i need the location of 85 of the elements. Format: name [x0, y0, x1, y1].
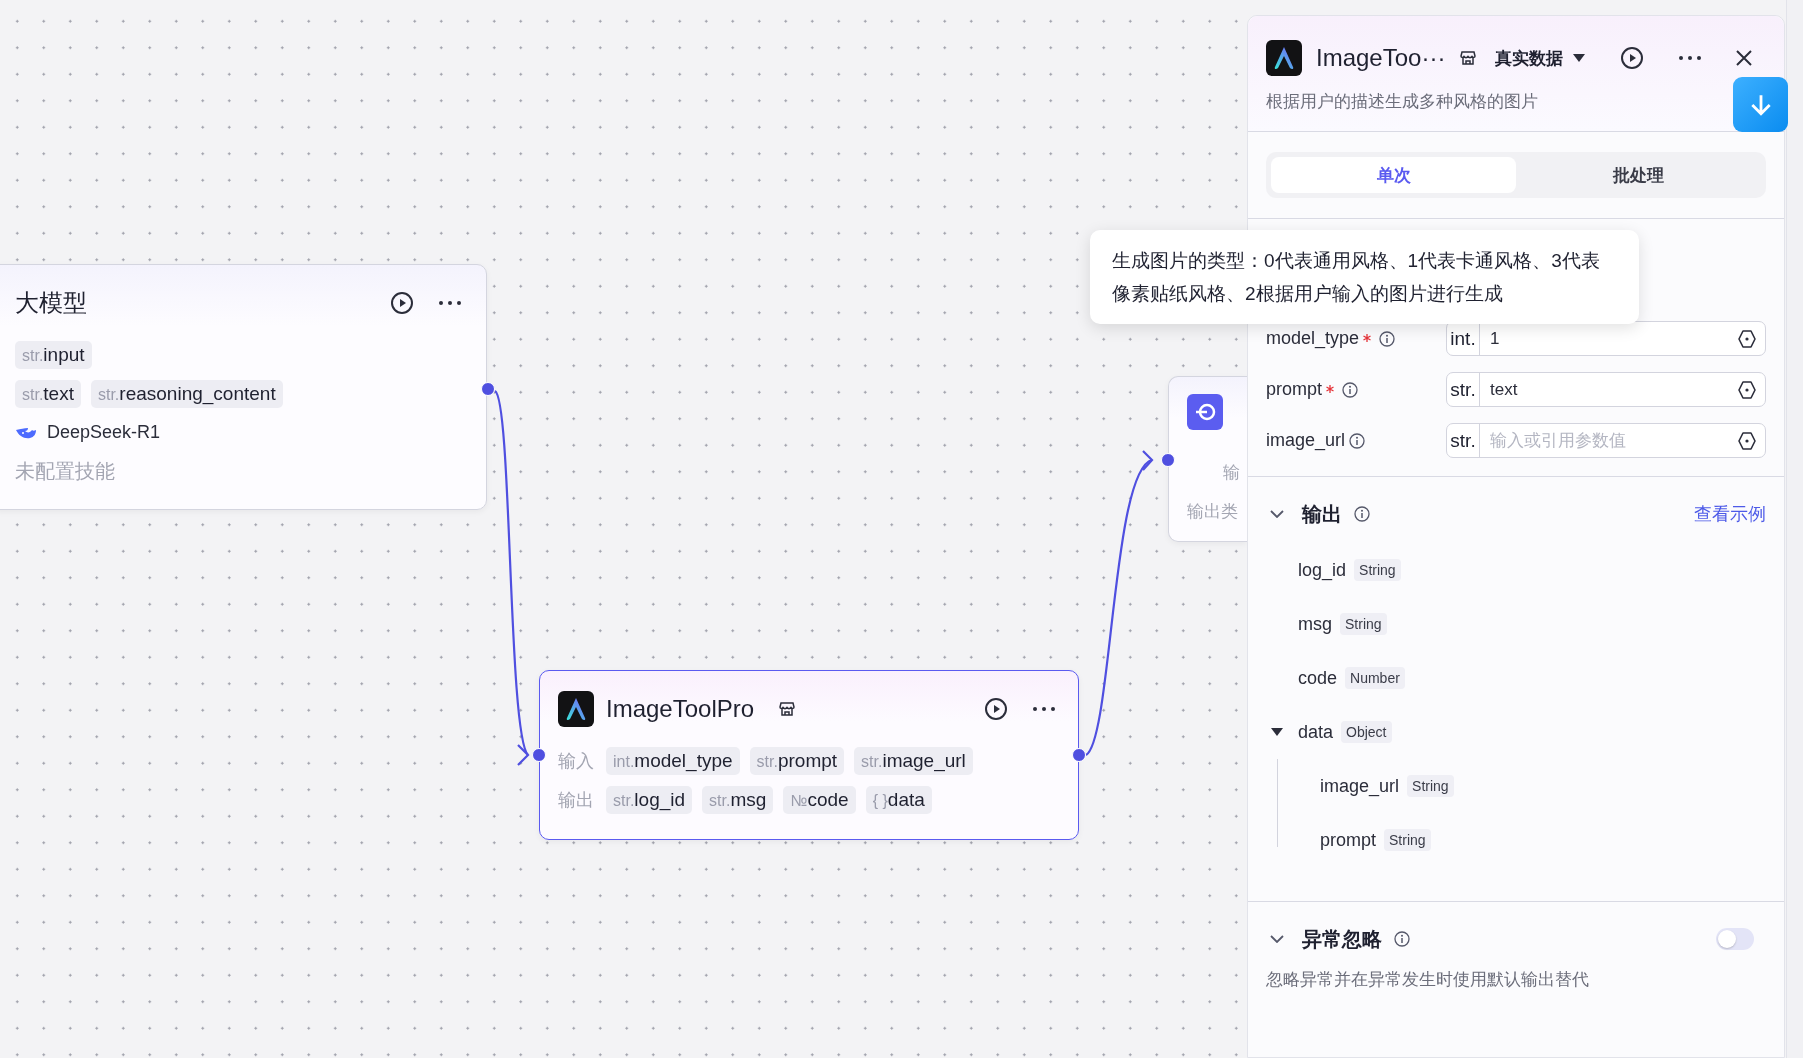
field-frame[interactable]: int. 1 [1446, 321, 1766, 356]
type-tag: String [1340, 613, 1387, 635]
parameter-tag: str.prompt [749, 746, 845, 775]
model-name: DeepSeek-R1 [47, 422, 161, 443]
type-tag: String [1354, 559, 1401, 581]
node-title: 大模型 [15, 288, 87, 318]
row-label: 输出 [558, 788, 594, 812]
parameter-tag: str.text [15, 379, 81, 408]
type-tag: String [1384, 829, 1431, 851]
type-label: str. [1447, 424, 1480, 457]
required-icon [1363, 334, 1372, 342]
port[interactable] [532, 748, 546, 762]
info-icon[interactable] [1354, 506, 1370, 522]
logo-icon [1266, 40, 1302, 76]
tool-node[interactable]: ImageToolPro 输入 int.model_type str.prompt str.image_url 输出 str.log_id str.msg №code { }data [539, 670, 1079, 840]
close-icon[interactable] [1734, 48, 1754, 68]
variable-icon[interactable] [1737, 328, 1757, 349]
parameter-tag: str.image_url [854, 746, 973, 775]
variable-icon[interactable] [1737, 430, 1757, 451]
port[interactable] [481, 382, 495, 396]
tab[interactable]: 批处理 [1516, 157, 1761, 193]
node-title: ImageToolPro [606, 695, 755, 723]
llm-node[interactable]: 大模型 str.input str.text str.reasoning_content DeepSeek-R1 未配置技能 [0, 264, 487, 510]
port[interactable] [1072, 748, 1086, 762]
field-name: msg [1298, 613, 1332, 635]
store-icon [1459, 49, 1478, 67]
row-label: 输 [1223, 462, 1240, 484]
type-label: str. [1447, 373, 1480, 406]
more-icon[interactable] [1678, 55, 1702, 61]
type-tag: Object [1341, 721, 1392, 743]
panel-description: 根据用户的描述生成多种风格的图片 [1266, 91, 1538, 113]
play-icon[interactable] [1620, 46, 1644, 70]
input-field[interactable]: 1 [1480, 328, 1737, 349]
tab[interactable]: 单次 [1271, 157, 1516, 193]
field-name: image_url [1320, 775, 1400, 797]
section-description: 忽略异常并在异常发生时使用默认输出替代 [1266, 969, 1590, 991]
field-name: prompt [1320, 829, 1377, 851]
row-label: 输出类 [1187, 501, 1238, 523]
type-tag: String [1407, 775, 1454, 797]
caret-icon [1573, 54, 1586, 62]
chevron-icon[interactable] [1270, 510, 1284, 518]
chevron-icon[interactable] [1270, 935, 1284, 943]
section-title: 异常忽略 [1302, 926, 1382, 952]
exit-icon [1187, 394, 1223, 430]
store-icon [778, 700, 797, 718]
tooltip: 生成图片的类型：0代表通用风格、1代表卡通风格、3代表像素贴纸风格、2根据用户输入的图片进行生成 [1090, 230, 1639, 324]
logo-icon [558, 691, 594, 727]
play-icon[interactable] [390, 291, 414, 315]
parameter-tag: { }data [865, 785, 932, 814]
caret-icon[interactable] [1271, 728, 1283, 736]
parameter-tag: int.model_type [606, 746, 740, 775]
field-frame[interactable]: str. text [1446, 372, 1766, 407]
field-name: code [1298, 667, 1338, 689]
download-button[interactable] [1733, 77, 1788, 132]
row-label: 输入 [558, 749, 594, 773]
parameter-tag: str.input [15, 340, 92, 369]
port[interactable] [1161, 453, 1175, 467]
parameter-tag: str.msg [702, 785, 774, 814]
play-icon[interactable] [984, 697, 1008, 721]
info-icon[interactable] [1379, 330, 1396, 347]
field-frame[interactable]: str. 输入或引用参数值 [1446, 423, 1766, 458]
input-field[interactable]: text [1480, 379, 1737, 400]
field-name: log_id [1298, 559, 1347, 581]
parameter-tag: str.log_id [606, 785, 693, 814]
info-icon[interactable] [1342, 381, 1359, 398]
field-label: image_url [1266, 430, 1346, 451]
section-title: 输出 [1302, 501, 1342, 527]
skills-placeholder: 未配置技能 [15, 459, 115, 484]
field-name: data [1298, 721, 1334, 743]
panel-title: ImageToo··· [1316, 44, 1446, 72]
more-icon[interactable] [438, 300, 462, 306]
type-tag: Number [1345, 667, 1405, 689]
view-example-link[interactable]: 查看示例 [1694, 502, 1766, 526]
info-icon[interactable] [1349, 432, 1366, 449]
field-label: prompt [1266, 379, 1323, 400]
field-label: model_type [1266, 328, 1360, 349]
required-icon [1326, 385, 1335, 393]
info-icon[interactable] [1394, 931, 1410, 947]
variable-icon[interactable] [1737, 379, 1757, 400]
more-icon[interactable] [1032, 706, 1056, 712]
parameter-tag: №code [783, 785, 856, 814]
data-mode-dropdown[interactable]: 真实数据 [1495, 46, 1586, 70]
toggle-switch[interactable] [1716, 928, 1754, 950]
input-field[interactable]: 输入或引用参数值 [1480, 430, 1737, 451]
parameter-tag: str.reasoning_content [90, 379, 283, 408]
